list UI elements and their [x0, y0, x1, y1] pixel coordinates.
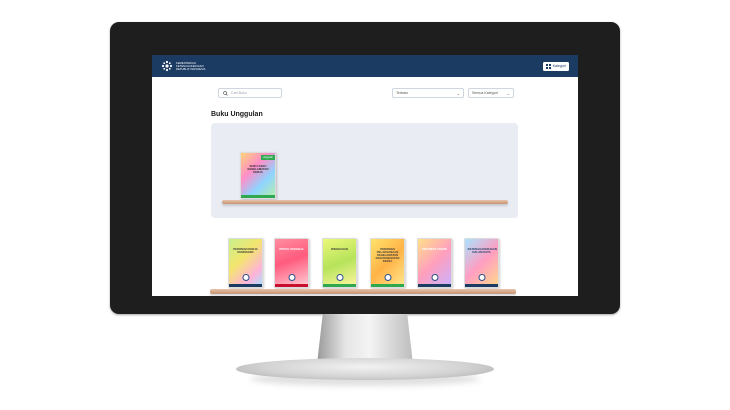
featured-shelf	[222, 200, 508, 204]
book-card[interactable]: Profil Pekerja	[274, 238, 309, 288]
category-select-value: Semua Kategori	[472, 91, 498, 95]
sort-select[interactable]: Terbaru ⌄	[392, 88, 464, 98]
book-title: Profil Pekerja	[279, 246, 304, 251]
book-title: Ketenagakerjaan dalam Data	[467, 246, 497, 254]
chevron-down-icon: ⌄	[506, 90, 510, 96]
book-title: Ringkasan	[331, 246, 348, 251]
ministry-logo[interactable]: KEMENTERIAN KETENAGAKERJAAN REPUBLIK IND…	[161, 60, 206, 72]
book-card[interactable]: Pedoman Kerja Kemnaker	[228, 238, 263, 288]
cover-stripe	[241, 195, 275, 198]
search-icon	[223, 90, 228, 96]
book-card[interactable]: Ketenagakerjaan dalam Data	[464, 238, 499, 288]
book-card[interactable]: Ringkasan	[322, 238, 357, 288]
category-select[interactable]: Semua Kategori ⌄	[468, 88, 514, 98]
book-card[interactable]: Pedoman Pelaksanaan Keselamatan dan Kese…	[370, 238, 405, 288]
book-title: Pedoman Pelaksanaan Keselamatan dan Kese…	[375, 246, 400, 264]
category-button-label: Kategori	[552, 64, 566, 68]
book-card[interactable]: Pedoman Teknis	[417, 238, 452, 288]
cover-stripe	[418, 284, 451, 287]
cover-stripe	[323, 284, 356, 287]
cover-stripe	[275, 284, 308, 287]
search-input[interactable]	[231, 91, 275, 95]
ministry-seal-icon	[288, 274, 295, 282]
logo-text: KEMENTERIAN KETENAGAKERJAAN REPUBLIK IND…	[176, 62, 206, 71]
logo-line-3: REPUBLIK INDONESIA	[176, 67, 206, 71]
ministry-seal-icon	[431, 274, 438, 282]
search-box[interactable]	[218, 88, 282, 98]
ministry-seal-icon	[478, 274, 485, 282]
ministry-seal-icon	[242, 274, 249, 282]
chevron-down-icon: ⌄	[456, 90, 460, 96]
book-shelf	[210, 289, 516, 294]
cover-stripe	[229, 284, 262, 287]
featured-section-title: Buku Unggulan	[211, 111, 263, 118]
monitor-stand-neck	[317, 314, 413, 364]
book-title: Pedoman Kerja Kemnaker	[233, 246, 258, 254]
ministry-emblem-icon	[161, 60, 173, 72]
grid-icon	[545, 63, 551, 69]
app-header: KEMENTERIAN KETENAGAKERJAAN REPUBLIK IND…	[152, 55, 578, 77]
featured-book-title: Buku Saku Keselamatan Kerja	[247, 163, 269, 175]
cover-stripe	[371, 284, 404, 287]
sort-select-value: Terbaru	[396, 91, 409, 95]
featured-badge: Unggulan	[260, 155, 275, 160]
monitor-screen: KEMENTERIAN KETENAGAKERJAAN REPUBLIK IND…	[152, 55, 578, 296]
book-title: Pedoman Teknis	[421, 246, 448, 251]
cover-stripe	[465, 284, 498, 287]
featured-panel: Unggulan Buku Saku Keselamatan Kerja	[211, 123, 518, 218]
monitor-stand-base	[236, 358, 494, 380]
ministry-seal-icon	[336, 274, 343, 282]
category-button[interactable]: Kategori	[542, 61, 569, 71]
ministry-seal-icon	[384, 274, 391, 282]
featured-book[interactable]: Unggulan Buku Saku Keselamatan Kerja	[240, 152, 276, 199]
